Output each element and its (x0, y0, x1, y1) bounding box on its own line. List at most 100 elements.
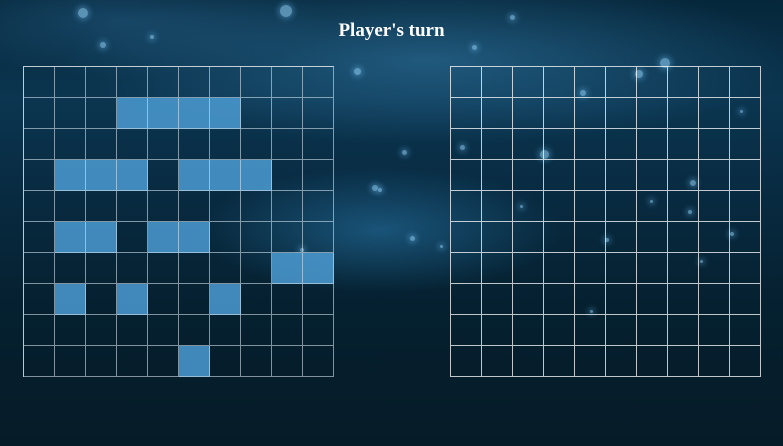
enemy-board-cell[interactable] (699, 253, 730, 284)
enemy-board-cell[interactable] (637, 222, 668, 253)
enemy-board-cell[interactable] (544, 98, 575, 129)
enemy-board-cell[interactable] (668, 67, 699, 98)
enemy-board-cell[interactable] (699, 129, 730, 160)
enemy-board-cell[interactable] (668, 253, 699, 284)
enemy-board-cell[interactable] (482, 346, 513, 377)
enemy-board-cell[interactable] (575, 222, 606, 253)
enemy-board-cell[interactable] (699, 315, 730, 346)
enemy-board-cell[interactable] (513, 315, 544, 346)
enemy-board-cell[interactable] (575, 346, 606, 377)
enemy-board-cell[interactable] (482, 129, 513, 160)
enemy-board-cell[interactable] (730, 191, 761, 222)
enemy-board-cell[interactable] (606, 222, 637, 253)
enemy-board-cell[interactable] (606, 346, 637, 377)
enemy-board-cell[interactable] (699, 284, 730, 315)
enemy-board-cell[interactable] (513, 67, 544, 98)
enemy-board-cell[interactable] (544, 160, 575, 191)
enemy-board-cell[interactable] (699, 98, 730, 129)
enemy-board-cell[interactable] (451, 98, 482, 129)
enemy-board-cell[interactable] (668, 222, 699, 253)
enemy-board-cell[interactable] (544, 346, 575, 377)
enemy-board[interactable] (450, 66, 761, 377)
enemy-board-cell[interactable] (544, 222, 575, 253)
enemy-board-cell[interactable] (668, 191, 699, 222)
enemy-board-cell[interactable] (575, 67, 606, 98)
enemy-board-cell[interactable] (482, 284, 513, 315)
enemy-board-cell[interactable] (606, 315, 637, 346)
enemy-board-cell[interactable] (699, 346, 730, 377)
enemy-board-cell[interactable] (544, 129, 575, 160)
enemy-board-cell[interactable] (513, 346, 544, 377)
enemy-board-cell[interactable] (699, 222, 730, 253)
enemy-board-cell[interactable] (668, 160, 699, 191)
enemy-board-cell[interactable] (482, 315, 513, 346)
enemy-board-cell[interactable] (575, 191, 606, 222)
enemy-board-cell[interactable] (606, 129, 637, 160)
enemy-board-cell[interactable] (482, 191, 513, 222)
enemy-board-cell[interactable] (575, 129, 606, 160)
enemy-board-cell[interactable] (668, 346, 699, 377)
enemy-board-cell[interactable] (637, 129, 668, 160)
enemy-board-cell[interactable] (513, 222, 544, 253)
enemy-board-cell[interactable] (482, 67, 513, 98)
enemy-board-cell[interactable] (451, 67, 482, 98)
enemy-board-cell[interactable] (575, 160, 606, 191)
enemy-board-cell[interactable] (606, 98, 637, 129)
enemy-board-cell[interactable] (730, 346, 761, 377)
enemy-board-cell[interactable] (513, 98, 544, 129)
enemy-board-cell[interactable] (668, 98, 699, 129)
enemy-board-cell[interactable] (482, 253, 513, 284)
enemy-board-cell[interactable] (575, 284, 606, 315)
enemy-board-cell[interactable] (451, 160, 482, 191)
enemy-board-cell[interactable] (575, 98, 606, 129)
enemy-board-cell[interactable] (513, 191, 544, 222)
enemy-board-cell[interactable] (637, 160, 668, 191)
enemy-board-cell[interactable] (606, 160, 637, 191)
enemy-board-cell[interactable] (637, 98, 668, 129)
enemy-board-cell[interactable] (482, 98, 513, 129)
enemy-board-cell[interactable] (730, 129, 761, 160)
enemy-board-cell[interactable] (668, 315, 699, 346)
enemy-board-cell[interactable] (730, 253, 761, 284)
enemy-board-cell[interactable] (668, 129, 699, 160)
enemy-board-cell[interactable] (637, 346, 668, 377)
enemy-board-cell[interactable] (513, 160, 544, 191)
enemy-board-cell[interactable] (730, 315, 761, 346)
enemy-board-cell[interactable] (730, 222, 761, 253)
enemy-board-cell[interactable] (606, 284, 637, 315)
enemy-board-cell[interactable] (699, 191, 730, 222)
enemy-board-cell[interactable] (637, 253, 668, 284)
enemy-board-cell[interactable] (699, 67, 730, 98)
enemy-board-cell[interactable] (730, 160, 761, 191)
enemy-board-cell[interactable] (451, 315, 482, 346)
enemy-board-cell[interactable] (606, 253, 637, 284)
enemy-board-cell[interactable] (451, 191, 482, 222)
enemy-board-cell[interactable] (451, 346, 482, 377)
enemy-board-cell[interactable] (606, 191, 637, 222)
enemy-board-cell[interactable] (730, 98, 761, 129)
enemy-board-cell[interactable] (482, 222, 513, 253)
enemy-board-cell[interactable] (575, 315, 606, 346)
enemy-board-cell[interactable] (544, 284, 575, 315)
enemy-board-cell[interactable] (637, 315, 668, 346)
enemy-board-cell[interactable] (513, 253, 544, 284)
enemy-board-cell[interactable] (482, 160, 513, 191)
enemy-board-cell[interactable] (544, 315, 575, 346)
enemy-board-cell[interactable] (544, 253, 575, 284)
enemy-board-cell[interactable] (451, 222, 482, 253)
enemy-board-cell[interactable] (606, 67, 637, 98)
enemy-board-cell[interactable] (730, 284, 761, 315)
enemy-board-cell[interactable] (513, 129, 544, 160)
enemy-board-cell[interactable] (451, 253, 482, 284)
enemy-board-cell[interactable] (637, 67, 668, 98)
enemy-board-cell[interactable] (544, 67, 575, 98)
enemy-board-cell[interactable] (575, 253, 606, 284)
enemy-board-cell[interactable] (668, 284, 699, 315)
enemy-board-cell[interactable] (451, 129, 482, 160)
enemy-board-cell[interactable] (637, 191, 668, 222)
enemy-board-cell[interactable] (730, 67, 761, 98)
enemy-board-cell[interactable] (451, 284, 482, 315)
enemy-board-cell[interactable] (637, 284, 668, 315)
enemy-board-cell[interactable] (513, 284, 544, 315)
enemy-board-cell[interactable] (544, 191, 575, 222)
